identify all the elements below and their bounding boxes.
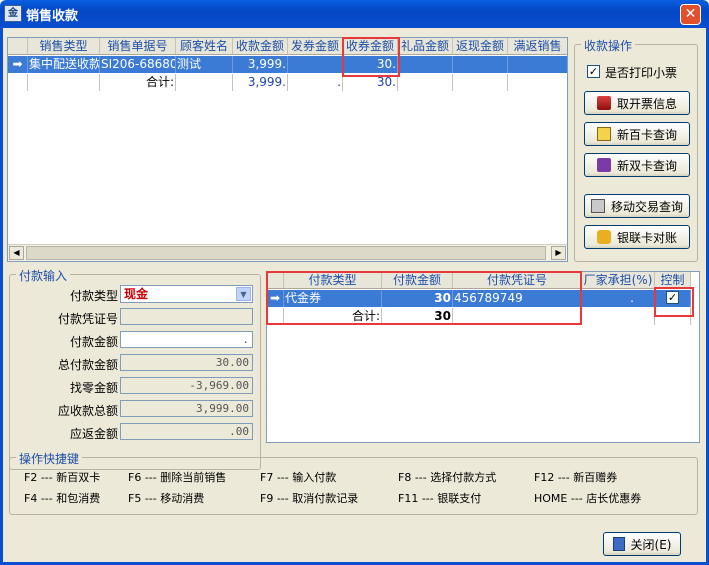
app-icon: 金: [4, 5, 22, 22]
sales-row[interactable]: ➡ 集中配送收款 SI206-686805 测试 3,999. 30.: [8, 56, 567, 73]
chevron-down-icon[interactable]: ▼: [236, 287, 251, 301]
scroll-left-icon[interactable]: ◀: [9, 246, 24, 260]
label-change: 找零金额: [69, 381, 118, 395]
sales-grid[interactable]: 销售类型 销售单据号 顾客姓名 收款金额 发券金额 收券金额 礼品金额 返现金额…: [7, 37, 568, 262]
total-cashback: [453, 74, 508, 91]
col-header-full-return[interactable]: 满返销售: [508, 38, 567, 54]
sales-grid-header: 销售类型 销售单据号 顾客姓名 收款金额 发券金额 收券金额 礼品金额 返现金额…: [8, 38, 567, 55]
trash-icon: [596, 158, 611, 172]
get-invoice-button[interactable]: 取开票信息: [584, 91, 690, 115]
shortcut-f2: F2 --- 新百双卡: [24, 471, 101, 484]
scroll-right-icon[interactable]: ▶: [551, 246, 566, 260]
cell-gift-amount[interactable]: [398, 56, 453, 73]
row-arrow-icon: ➡: [8, 56, 28, 73]
highlight-receive-voucher: [342, 37, 400, 77]
xinbai-card-query-label: 新百卡查询: [616, 127, 677, 142]
cell-customer[interactable]: 测试: [176, 56, 233, 73]
shortcut-f8: F8 --- 选择付款方式: [398, 471, 497, 484]
client-area: 销售类型 销售单据号 顾客姓名 收款金额 发券金额 收券金额 礼品金额 返现金额…: [0, 28, 709, 565]
unionpay-reconcile-button[interactable]: 银联卡对账: [584, 225, 690, 249]
card-query-icon: [596, 127, 611, 141]
shortcut-f12: F12 --- 新百赠券: [534, 471, 618, 484]
refund-field: .00: [120, 423, 253, 440]
label-payment-type: 付款类型: [69, 289, 118, 303]
total-blank: [28, 74, 100, 91]
exit-door-icon: [612, 537, 625, 551]
payment-amount-input[interactable]: .: [120, 331, 253, 348]
window-title: 销售收款: [26, 9, 79, 24]
actions-group: 收款操作 ✓ 是否打印小票 取开票信息 新百卡查询 新双卡查询 移动交易查询 银…: [574, 37, 698, 262]
sales-grid-hscroll[interactable]: ◀ ▶: [8, 244, 567, 261]
actions-group-title: 收款操作: [581, 37, 636, 54]
voucher-no-input[interactable]: [120, 308, 253, 325]
total-full-return: [508, 74, 567, 91]
total-blank: [176, 74, 233, 91]
plug-icon: [596, 230, 611, 244]
label-total-paid: 总付款金额: [57, 358, 118, 372]
shortcut-f4: F4 --- 和包消费: [24, 492, 101, 505]
cell-vendor-share[interactable]: .: [582, 290, 655, 307]
total-blank: [582, 308, 655, 325]
shortcuts-title: 操作快捷键: [16, 450, 83, 467]
total-gift-amount: [398, 74, 453, 91]
cell-cashback[interactable]: [453, 56, 508, 73]
payment-type-select[interactable]: 现金 ▼: [120, 285, 253, 303]
highlight-payment-columns: [266, 271, 582, 325]
total-paid-field: 30.00: [120, 354, 253, 371]
close-button[interactable]: 关闭(E): [603, 532, 681, 556]
window-close-button[interactable]: ✕: [680, 4, 701, 25]
shortcut-f6: F6 --- 删除当前销售: [128, 471, 227, 484]
print-receipt-checkbox[interactable]: ✓: [587, 65, 600, 78]
total-label: 合计:: [100, 74, 176, 91]
label-receivable: 应收款总额: [57, 404, 118, 418]
total-issue-voucher: .: [288, 74, 343, 91]
label-voucher-no: 付款凭证号: [57, 312, 118, 326]
shortcut-home: HOME --- 店长优惠券: [534, 492, 642, 505]
sales-total-row: 合计: 3,999. . 30.: [8, 74, 567, 91]
cell-receipt-amount[interactable]: 3,999.: [233, 56, 288, 73]
shortcut-f5: F5 --- 移动消费: [128, 492, 205, 505]
col-header-sale-type[interactable]: 销售类型: [28, 38, 100, 54]
invoice-icon: [596, 96, 611, 110]
xinshuang-card-query-button[interactable]: 新双卡查询: [584, 153, 690, 177]
col-header-receipt-amount[interactable]: 收款金额: [233, 38, 288, 54]
total-receipt-amount: 3,999.: [233, 74, 288, 91]
print-receipt-label[interactable]: 是否打印小票: [605, 64, 677, 81]
col-header-control[interactable]: 控制: [655, 272, 691, 288]
close-button-label: 关闭(E): [630, 537, 672, 552]
change-field: -3,969.00: [120, 377, 253, 394]
highlight-control-checkbox: [654, 287, 694, 317]
cell-doc-no[interactable]: SI206-686805: [100, 56, 176, 73]
scroll-thumb[interactable]: [26, 246, 546, 260]
cell-sale-type[interactable]: 集中配送收款: [28, 56, 100, 73]
cell-issue-voucher[interactable]: [288, 56, 343, 73]
xinshuang-card-query-label: 新双卡查询: [616, 158, 677, 173]
col-header-issue-voucher[interactable]: 发券金额: [288, 38, 343, 54]
col-header-vendor-share[interactable]: 厂家承担(%): [582, 272, 655, 288]
calculator-icon: [590, 199, 605, 213]
shortcut-f9: F9 --- 取消付款记录: [260, 492, 359, 505]
label-refund: 应返金额: [69, 427, 118, 441]
shortcut-f7: F7 --- 输入付款: [260, 471, 337, 484]
total-blank: [8, 74, 28, 91]
col-header-doc-no[interactable]: 销售单据号: [100, 38, 176, 54]
mobile-transaction-query-label: 移动交易查询: [610, 199, 683, 214]
shortcuts-group: 操作快捷键 F2 --- 新百双卡 F6 --- 删除当前销售 F7 --- 输…: [9, 450, 698, 515]
payment-input-group: 付款输入 付款类型 现金 ▼ 付款凭证号 付款金额 . 总付款金额 30.00 …: [9, 267, 261, 470]
col-header-gift-amount[interactable]: 礼品金额: [398, 38, 453, 54]
cell-full-return[interactable]: [508, 56, 567, 73]
col-header-marker: [8, 38, 28, 54]
col-header-customer[interactable]: 顾客姓名: [176, 38, 233, 54]
label-payment-amount: 付款金额: [69, 335, 118, 349]
xinbai-card-query-button[interactable]: 新百卡查询: [584, 122, 690, 146]
unionpay-reconcile-label: 银联卡对账: [616, 230, 677, 245]
title-bar: 金 销售收款 ✕: [0, 0, 709, 28]
col-header-cashback[interactable]: 返现金额: [453, 38, 508, 54]
payment-type-value: 现金: [124, 287, 149, 301]
receivable-field: 3,999.00: [120, 400, 253, 417]
shortcut-f11: F11 --- 银联支付: [398, 492, 482, 505]
get-invoice-label: 取开票信息: [616, 96, 677, 111]
mobile-transaction-query-button[interactable]: 移动交易查询: [584, 194, 690, 218]
payment-input-title: 付款输入: [16, 267, 71, 284]
